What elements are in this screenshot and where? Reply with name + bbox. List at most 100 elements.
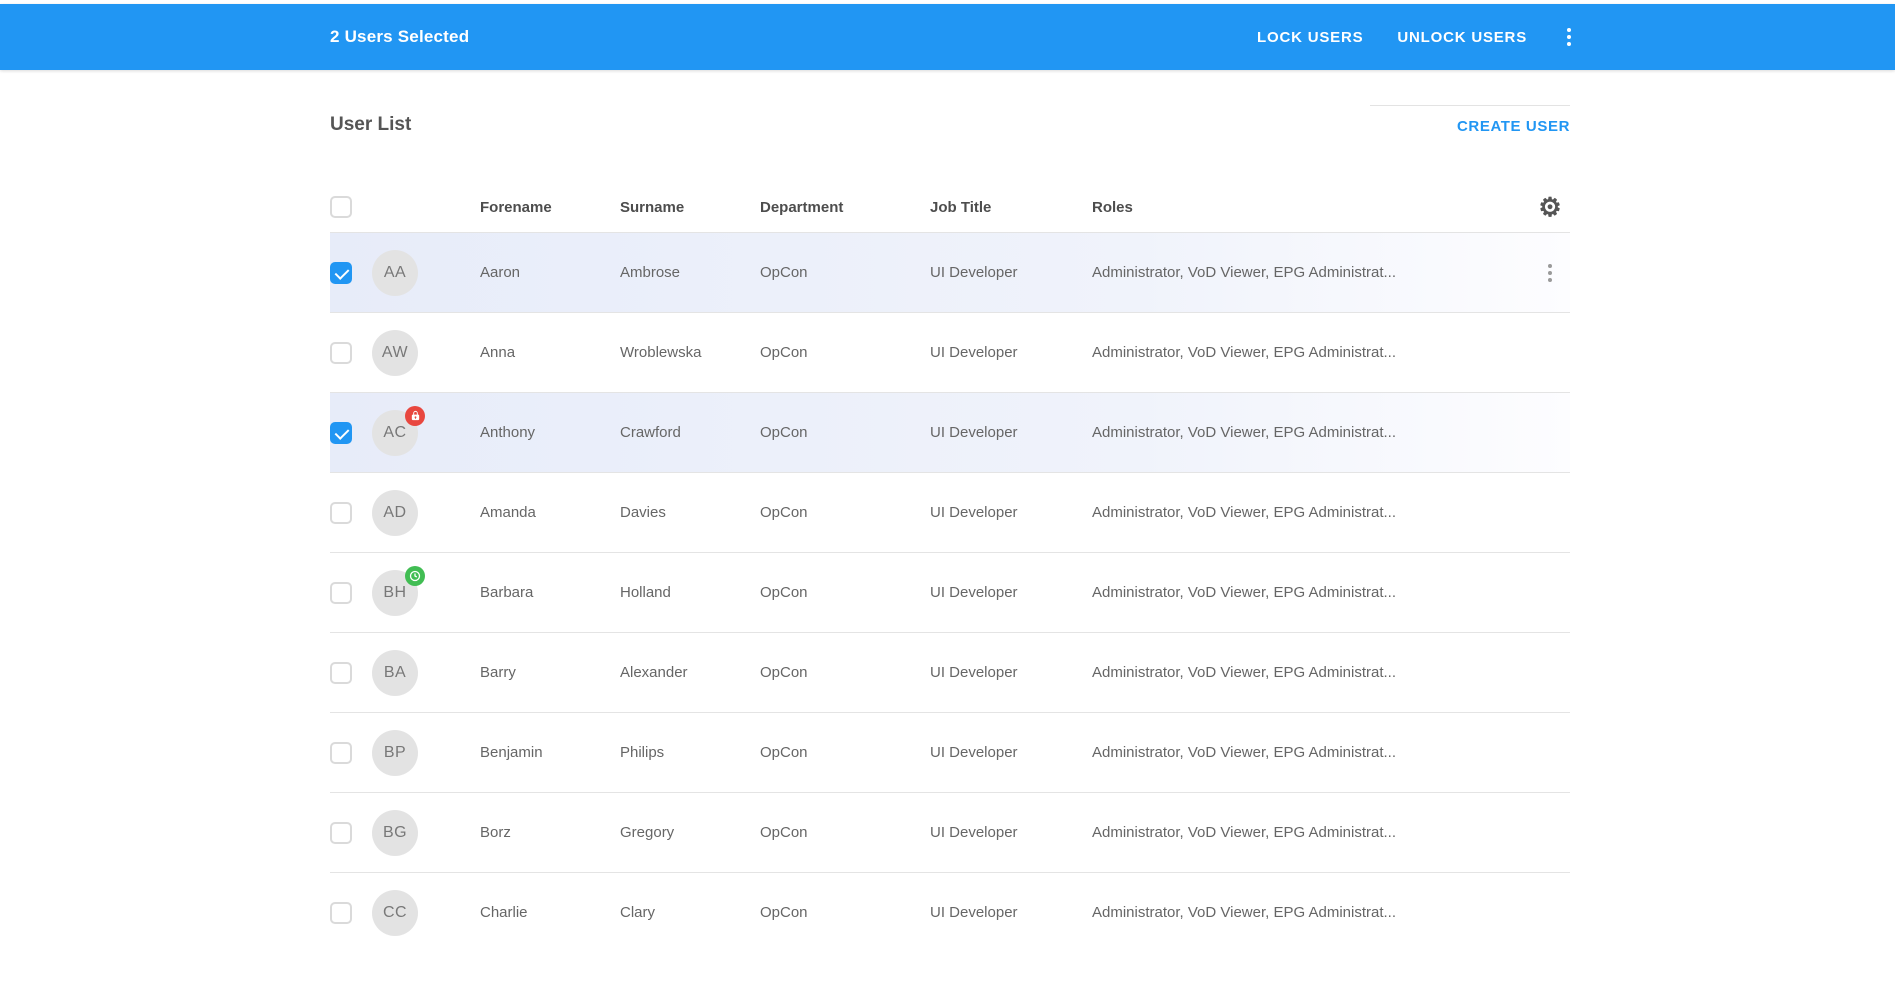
row-checkbox[interactable] bbox=[330, 582, 352, 604]
table-row[interactable]: AD Amanda Davies OpCon UI Developer Admi… bbox=[330, 472, 1570, 552]
cell-department: OpCon bbox=[760, 264, 930, 281]
cell-job-title: UI Developer bbox=[930, 824, 1092, 841]
row-checkbox[interactable] bbox=[330, 822, 352, 844]
avatar-cell: BG bbox=[372, 810, 480, 856]
page-title: User List bbox=[330, 114, 411, 136]
cell-surname: Wroblewska bbox=[620, 344, 760, 361]
table-row[interactable]: CC Charlie Clary OpCon UI Developer Admi… bbox=[330, 872, 1570, 952]
cell-forename: Barry bbox=[480, 664, 620, 681]
app-bar-overflow-menu-button[interactable] bbox=[1561, 24, 1577, 50]
avatar-cell: AC bbox=[372, 410, 480, 456]
table-row[interactable]: AC Anthony Crawford OpCon UI Developer A… bbox=[330, 392, 1570, 472]
column-header-department[interactable]: Department bbox=[760, 199, 930, 216]
avatar-initials: BH bbox=[383, 584, 406, 602]
cell-roles: Administrator, VoD Viewer, EPG Administr… bbox=[1092, 344, 1530, 361]
lock-users-button[interactable]: LOCK USERS bbox=[1257, 29, 1363, 46]
avatar-cell: AA bbox=[372, 250, 480, 296]
column-header-roles[interactable]: Roles bbox=[1092, 199, 1530, 216]
cell-department: OpCon bbox=[760, 744, 930, 761]
status-badge bbox=[405, 566, 425, 586]
table-row[interactable]: BH Barbara Holland OpCon UI Developer Ad… bbox=[330, 552, 1570, 632]
row-checkbox[interactable] bbox=[330, 342, 352, 364]
cell-roles: Administrator, VoD Viewer, EPG Administr… bbox=[1092, 424, 1530, 441]
table-header-row: Forename Surname Department Job Title Ro… bbox=[330, 182, 1570, 232]
cell-job-title: UI Developer bbox=[930, 584, 1092, 601]
avatar-cell: AD bbox=[372, 490, 480, 536]
cell-department: OpCon bbox=[760, 504, 930, 521]
cell-job-title: UI Developer bbox=[930, 344, 1092, 361]
page-header: User List CREATE USER bbox=[330, 70, 1570, 182]
cell-surname: Davies bbox=[620, 504, 760, 521]
row-checkbox[interactable] bbox=[330, 502, 352, 524]
row-checkbox[interactable] bbox=[330, 742, 352, 764]
cell-forename: Charlie bbox=[480, 904, 620, 921]
column-header-job-title[interactable]: Job Title bbox=[930, 199, 1092, 216]
cell-job-title: UI Developer bbox=[930, 264, 1092, 281]
clock-icon bbox=[409, 570, 421, 582]
avatar: BA bbox=[372, 650, 418, 696]
cell-job-title: UI Developer bbox=[930, 504, 1092, 521]
cell-surname: Crawford bbox=[620, 424, 760, 441]
avatar: BP bbox=[372, 730, 418, 776]
create-user-button[interactable]: CREATE USER bbox=[1457, 118, 1570, 135]
avatar: AD bbox=[372, 490, 418, 536]
unlock-users-button[interactable]: UNLOCK USERS bbox=[1397, 29, 1527, 46]
table-row[interactable]: BP Benjamin Philips OpCon UI Developer A… bbox=[330, 712, 1570, 792]
status-badge bbox=[405, 406, 425, 426]
row-menu-button[interactable] bbox=[1542, 260, 1558, 286]
cell-forename: Amanda bbox=[480, 504, 620, 521]
cell-surname: Holland bbox=[620, 584, 760, 601]
cell-roles: Administrator, VoD Viewer, EPG Administr… bbox=[1092, 904, 1530, 921]
cell-department: OpCon bbox=[760, 424, 930, 441]
cell-roles: Administrator, VoD Viewer, EPG Administr… bbox=[1092, 744, 1530, 761]
cell-surname: Clary bbox=[620, 904, 760, 921]
cell-roles: Administrator, VoD Viewer, EPG Administr… bbox=[1092, 264, 1530, 281]
table-row[interactable]: AA Aaron Ambrose OpCon UI Developer Admi… bbox=[330, 232, 1570, 312]
avatar: AW bbox=[372, 330, 418, 376]
row-checkbox[interactable] bbox=[330, 262, 352, 284]
selection-count-text: 2 Users Selected bbox=[330, 27, 469, 47]
row-checkbox[interactable] bbox=[330, 422, 352, 444]
cell-roles: Administrator, VoD Viewer, EPG Administr… bbox=[1092, 584, 1530, 601]
avatar: AA bbox=[372, 250, 418, 296]
cell-surname: Philips bbox=[620, 744, 760, 761]
cell-job-title: UI Developer bbox=[930, 664, 1092, 681]
cell-department: OpCon bbox=[760, 824, 930, 841]
cell-job-title: UI Developer bbox=[930, 904, 1092, 921]
cell-job-title: UI Developer bbox=[930, 424, 1092, 441]
cell-forename: Benjamin bbox=[480, 744, 620, 761]
main-content: User List CREATE USER Forename Surname D… bbox=[0, 70, 1895, 952]
selection-app-bar: 2 Users Selected LOCK USERS UNLOCK USERS bbox=[0, 4, 1895, 70]
cell-roles: Administrator, VoD Viewer, EPG Administr… bbox=[1092, 504, 1530, 521]
cell-surname: Gregory bbox=[620, 824, 760, 841]
table-row[interactable]: BG Borz Gregory OpCon UI Developer Admin… bbox=[330, 792, 1570, 872]
avatar-initials: CC bbox=[383, 904, 407, 922]
column-header-forename[interactable]: Forename bbox=[480, 199, 620, 216]
search-input[interactable] bbox=[1370, 80, 1570, 106]
avatar-initials: BG bbox=[383, 824, 407, 842]
avatar-initials: AW bbox=[382, 344, 408, 362]
cell-forename: Barbara bbox=[480, 584, 620, 601]
column-header-surname[interactable]: Surname bbox=[620, 199, 760, 216]
cell-forename: Anthony bbox=[480, 424, 620, 441]
table-row[interactable]: BA Barry Alexander OpCon UI Developer Ad… bbox=[330, 632, 1570, 712]
avatar: CC bbox=[372, 890, 418, 936]
avatar-cell: BH bbox=[372, 570, 480, 616]
avatar-initials: BA bbox=[384, 664, 406, 682]
select-all-checkbox[interactable] bbox=[330, 196, 352, 218]
cell-department: OpCon bbox=[760, 664, 930, 681]
avatar-cell: BP bbox=[372, 730, 480, 776]
cell-department: OpCon bbox=[760, 584, 930, 601]
cell-job-title: UI Developer bbox=[930, 744, 1092, 761]
avatar-cell: CC bbox=[372, 890, 480, 936]
gear-icon[interactable]: ⚙ bbox=[1538, 194, 1561, 220]
row-checkbox[interactable] bbox=[330, 902, 352, 924]
cell-roles: Administrator, VoD Viewer, EPG Administr… bbox=[1092, 664, 1530, 681]
avatar: BH bbox=[372, 570, 418, 616]
cell-department: OpCon bbox=[760, 904, 930, 921]
lock-icon bbox=[410, 410, 421, 421]
cell-roles: Administrator, VoD Viewer, EPG Administr… bbox=[1092, 824, 1530, 841]
table-row[interactable]: AW Anna Wroblewska OpCon UI Developer Ad… bbox=[330, 312, 1570, 392]
row-checkbox[interactable] bbox=[330, 662, 352, 684]
cell-forename: Anna bbox=[480, 344, 620, 361]
